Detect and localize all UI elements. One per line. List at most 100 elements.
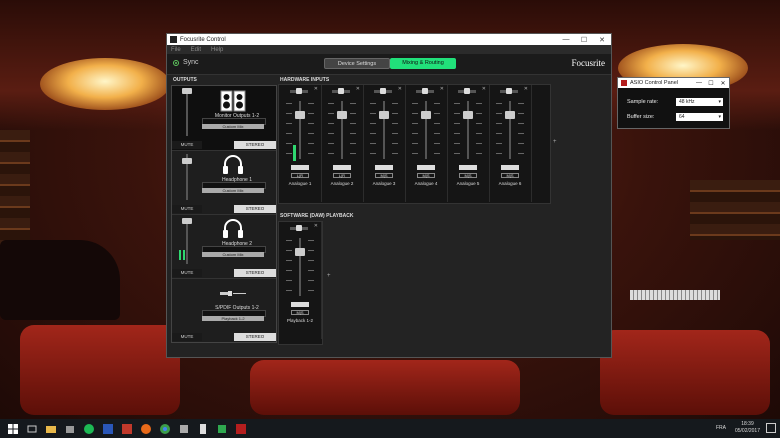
app-icon-grey[interactable]	[178, 423, 190, 435]
asio-title: ASIO Control Panel	[630, 80, 678, 86]
taskbar: FRA 18:39 05/02/2017	[0, 419, 780, 438]
chrome-icon[interactable]	[159, 423, 171, 435]
channel-fader[interactable]	[295, 111, 305, 119]
asio-minimize-button[interactable]: —	[693, 80, 705, 86]
maximize-button[interactable]: ☐	[575, 36, 593, 44]
output-volume-fader[interactable]	[175, 216, 197, 268]
channel-strip: ✕ M|S Analogue 4	[405, 85, 448, 202]
mute-solo-buttons[interactable]: L|R	[291, 173, 309, 178]
notification-center-icon[interactable]	[766, 423, 776, 433]
mute-solo-buttons[interactable]: M|S	[291, 310, 309, 315]
add-playback-icon[interactable]: +	[327, 273, 331, 279]
mix-select[interactable]: Custom Mix	[202, 188, 264, 193]
asio-app-icon	[621, 80, 627, 86]
channel-fader[interactable]	[421, 111, 431, 119]
tab-mixing-routing[interactable]: Mixing & Routing	[390, 58, 456, 69]
remove-channel-icon[interactable]: ✕	[440, 86, 444, 92]
buffer-size-select[interactable]: 64	[676, 113, 723, 121]
remove-channel-icon[interactable]: ✕	[482, 86, 486, 92]
remove-channel-icon[interactable]: ✕	[314, 223, 318, 229]
clock[interactable]: 18:39 05/02/2017	[735, 421, 760, 435]
fader-scale	[454, 103, 460, 161]
asio-control-panel: ASIO Control Panel — ☐ ✕ Sample rate: 48…	[617, 77, 730, 129]
stereo-button[interactable]: STEREO	[234, 205, 276, 213]
channel-name: Analogue 2	[330, 181, 354, 186]
remove-channel-icon[interactable]: ✕	[398, 86, 402, 92]
main-tabs: Device Settings Mixing & Routing	[324, 58, 456, 69]
asio-close-button[interactable]: ✕	[717, 80, 729, 87]
channel-strip: ✕ M|S Analogue 6	[489, 85, 532, 202]
focusrite-taskbar-icon[interactable]	[235, 423, 247, 435]
title-bar[interactable]: Focusrite Control — ☐ ✕	[167, 34, 611, 45]
fader-scale	[286, 240, 292, 298]
remove-channel-icon[interactable]: ✕	[356, 86, 360, 92]
mix-select[interactable]: Custom Mix	[202, 124, 264, 129]
firefox-icon[interactable]	[140, 423, 152, 435]
mix-select[interactable]: Playback 1-2	[202, 316, 264, 321]
channel-fader[interactable]	[379, 111, 389, 119]
channel-fader[interactable]	[295, 248, 305, 256]
mute-solo-buttons[interactable]: M|S	[417, 173, 435, 178]
add-channel-icon[interactable]: +	[553, 139, 557, 145]
pan-knob[interactable]	[506, 88, 512, 94]
stereo-button[interactable]: STEREO	[234, 269, 276, 277]
app-icon-doc[interactable]	[197, 423, 209, 435]
mute-button[interactable]: MUTE	[172, 205, 202, 213]
remove-channel-icon[interactable]: ✕	[524, 86, 528, 92]
mute-button[interactable]: MUTE	[172, 141, 202, 149]
mute-solo-buttons[interactable]: L|R	[333, 173, 351, 178]
language-indicator[interactable]: FRA	[716, 425, 726, 431]
app-icon-green[interactable]	[216, 423, 228, 435]
channel-fader[interactable]	[337, 111, 347, 119]
channel-fader[interactable]	[505, 111, 515, 119]
stereo-button[interactable]: STEREO	[234, 333, 276, 341]
output-volume-fader[interactable]	[175, 88, 197, 140]
menu-file[interactable]: File	[171, 47, 181, 53]
mute-button[interactable]: MUTE	[172, 269, 202, 277]
windows-start-icon[interactable]	[7, 423, 19, 435]
sync-label: Sync	[183, 59, 199, 66]
output-volume-fader[interactable]	[175, 152, 197, 204]
mix-select[interactable]: Custom Mix	[202, 252, 264, 257]
clock-time: 18:39	[741, 421, 754, 427]
fader-scale	[328, 103, 334, 161]
menu-edit[interactable]: Edit	[191, 47, 201, 53]
pan-knob[interactable]	[296, 88, 302, 94]
menu-help[interactable]: Help	[211, 47, 223, 53]
asio-maximize-button[interactable]: ☐	[705, 80, 717, 87]
wallpaper-sofa-center	[250, 360, 520, 415]
minimize-button[interactable]: —	[557, 36, 575, 43]
asio-title-bar[interactable]: ASIO Control Panel — ☐ ✕	[618, 78, 729, 88]
pan-knob[interactable]	[422, 88, 428, 94]
mute-solo-buttons[interactable]: M|S	[459, 173, 477, 178]
mute-solo-buttons[interactable]: M|S	[501, 173, 519, 178]
file-explorer-icon[interactable]	[45, 423, 57, 435]
fader-track	[383, 101, 385, 159]
focusrite-control-window: Focusrite Control — ☐ ✕ File Edit Help S…	[166, 33, 612, 358]
sample-rate-select[interactable]: 48 kHz	[676, 98, 723, 106]
tab-device-settings[interactable]: Device Settings	[324, 58, 390, 69]
task-view-icon[interactable]	[26, 423, 38, 435]
mute-solo-buttons[interactable]: M|S	[375, 173, 393, 178]
close-button[interactable]: ✕	[593, 36, 611, 44]
pan-knob[interactable]	[296, 225, 302, 231]
pan-knob[interactable]	[380, 88, 386, 94]
mute-button[interactable]: MUTE	[172, 333, 202, 341]
store-icon[interactable]	[64, 423, 76, 435]
stereo-button[interactable]: STEREO	[234, 141, 276, 149]
app-icon-red[interactable]	[121, 423, 133, 435]
channel-fader[interactable]	[463, 111, 473, 119]
remove-channel-icon[interactable]: ✕	[314, 86, 318, 92]
hardware-inputs-heading: HARDWARE INPUTS	[280, 77, 330, 83]
fader-scale	[412, 103, 418, 161]
pan-knob[interactable]	[464, 88, 470, 94]
spotify-icon[interactable]	[83, 423, 95, 435]
gain-value	[291, 302, 309, 307]
output-spdif: S/PDIF Outputs 1-2 Playback 1-2 MUTE STE…	[172, 278, 276, 342]
fader-scale	[496, 103, 502, 161]
pan-knob[interactable]	[338, 88, 344, 94]
menu-bar: File Edit Help	[167, 45, 611, 54]
app-icon-blue[interactable]	[102, 423, 114, 435]
spdif-cable-icon	[220, 291, 246, 296]
output-headphone-2: Headphone 2 Custom Mix MUTE STEREO	[172, 214, 276, 279]
